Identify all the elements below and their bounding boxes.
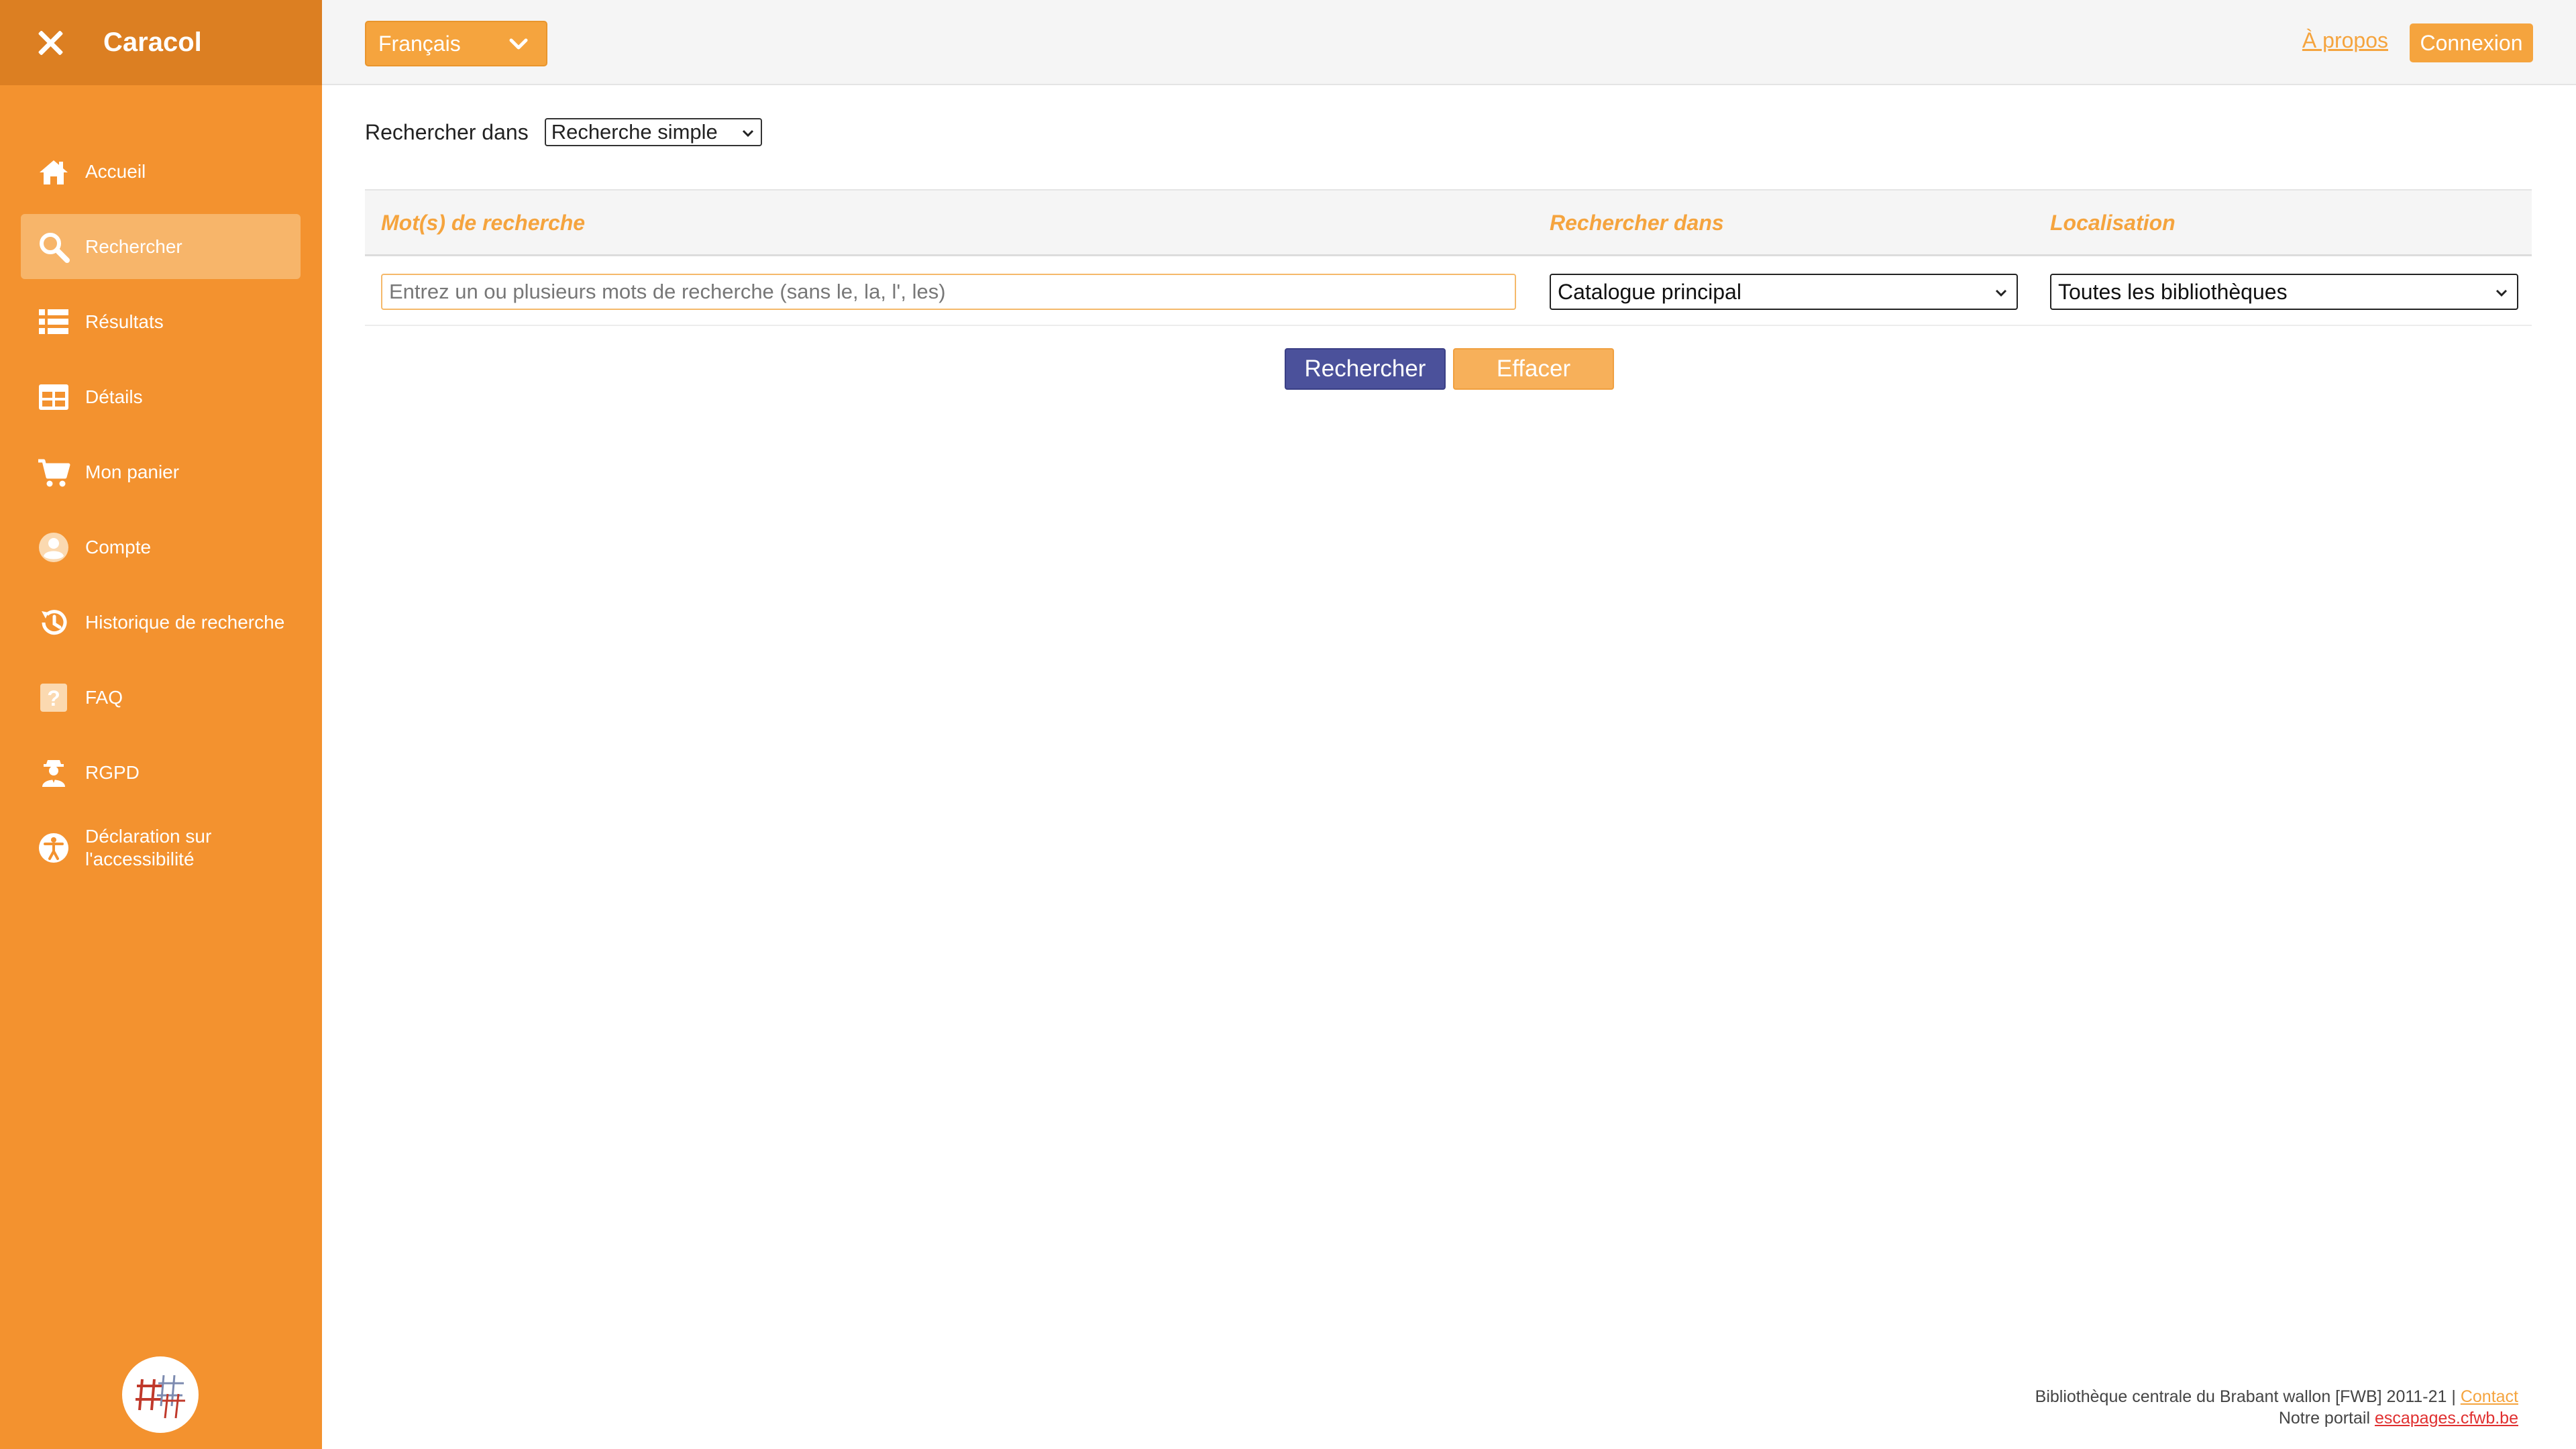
catalog-select-value: Catalogue principal (1558, 279, 1741, 304)
portal-logo[interactable] (122, 1356, 199, 1433)
keyword-placeholder: Entrez un ou plusieurs mots de recherche… (389, 280, 946, 303)
keyword-search-input[interactable]: Entrez un ou plusieurs mots de recherche… (381, 274, 1516, 310)
footer: Bibliothèque centrale du Brabant wallon … (2035, 1386, 2518, 1429)
footer-line-1: Bibliothèque centrale du Brabant wallon … (2035, 1386, 2518, 1407)
chevron-down-icon (509, 38, 528, 50)
about-link[interactable]: À propos (2302, 28, 2388, 53)
search-button[interactable]: Rechercher (1285, 348, 1446, 390)
top-bar: Français À propos Connexion (322, 0, 2576, 85)
history-icon (37, 606, 70, 639)
sidebar-item-label: Compte (85, 536, 152, 557)
contact-link[interactable]: Contact (2461, 1387, 2518, 1406)
table-icon (37, 380, 70, 414)
sidebar: Caracol Accueil Rechercher Résultats Dét… (0, 0, 322, 1449)
sidebar-item-label: Historique de recherche (85, 611, 285, 633)
sidebar-item-rechercher[interactable]: Rechercher (21, 214, 301, 279)
sidebar-item-accueil[interactable]: Accueil (21, 139, 301, 204)
location-select[interactable]: Toutes les bibliothèques (2050, 274, 2518, 310)
list-icon (37, 305, 70, 339)
sidebar-item-historique[interactable]: Historique de recherche (21, 590, 301, 655)
question-icon: ? (37, 681, 70, 714)
app-title: Caracol (103, 28, 202, 57)
search-form-table: Mot(s) de recherche Rechercher dans Loca… (365, 189, 2532, 326)
header-keywords: Mot(s) de recherche (381, 211, 586, 235)
accessibility-icon (37, 831, 70, 865)
search-icon (37, 230, 70, 264)
sidebar-item-label: RGPD (85, 761, 140, 783)
sidebar-item-accessibilite[interactable]: Déclaration sur l'accessibilité (21, 815, 301, 880)
close-icon[interactable] (35, 28, 66, 58)
clear-button[interactable]: Effacer (1453, 348, 1614, 390)
language-select-value: Français (378, 31, 461, 56)
sidebar-header: Caracol (0, 0, 322, 85)
table-header: Mot(s) de recherche Rechercher dans Loca… (365, 189, 2532, 256)
privacy-agent-icon (37, 756, 70, 790)
sidebar-item-resultats[interactable]: Résultats (21, 289, 301, 354)
sidebar-item-label: FAQ (85, 686, 123, 708)
cart-icon (37, 455, 70, 489)
portal-link[interactable]: escapages.cfwb.be (2375, 1409, 2518, 1428)
search-mode-value: Recherche simple (551, 120, 718, 144)
table-row: Entrez un ou plusieurs mots de recherche… (365, 256, 2532, 326)
login-button[interactable]: Connexion (2410, 23, 2533, 62)
catalog-select[interactable]: Catalogue principal (1550, 274, 2018, 310)
sidebar-item-details[interactable]: Détails (21, 364, 301, 429)
footer-library-text: Bibliothèque centrale du Brabant wallon … (2035, 1387, 2456, 1406)
header-search-in: Rechercher dans (1550, 211, 1724, 235)
svg-text:?: ? (47, 686, 60, 710)
sidebar-item-label: Résultats (85, 311, 164, 332)
chevron-down-icon (742, 129, 753, 138)
sidebar-item-label: Détails (85, 386, 143, 407)
sidebar-item-label: Rechercher (85, 235, 182, 257)
sidebar-item-label: Accueil (85, 160, 146, 182)
header-location: Localisation (2050, 211, 2176, 235)
sidebar-item-mon-panier[interactable]: Mon panier (21, 439, 301, 504)
sidebar-item-label: Mon panier (85, 461, 180, 482)
location-select-value: Toutes les bibliothèques (2058, 279, 2288, 304)
home-icon (37, 155, 70, 189)
chevron-down-icon (2496, 289, 2508, 297)
chevron-down-icon (1995, 289, 2007, 297)
footer-portal-text: Notre portail (2278, 1409, 2371, 1428)
search-mode-row: Rechercher dans Recherche simple (365, 118, 762, 146)
sidebar-item-faq[interactable]: ? FAQ (21, 665, 301, 730)
footer-line-2: Notre portail escapages.cfwb.be (2035, 1407, 2518, 1429)
user-icon (37, 531, 70, 564)
language-select[interactable]: Français (365, 21, 547, 66)
sidebar-item-compte[interactable]: Compte (21, 515, 301, 580)
search-mode-label: Rechercher dans (365, 119, 529, 144)
sidebar-item-rgpd[interactable]: RGPD (21, 740, 301, 805)
sidebar-item-label: Déclaration sur l'accessibilité (85, 825, 212, 869)
search-mode-select[interactable]: Recherche simple (544, 118, 762, 146)
